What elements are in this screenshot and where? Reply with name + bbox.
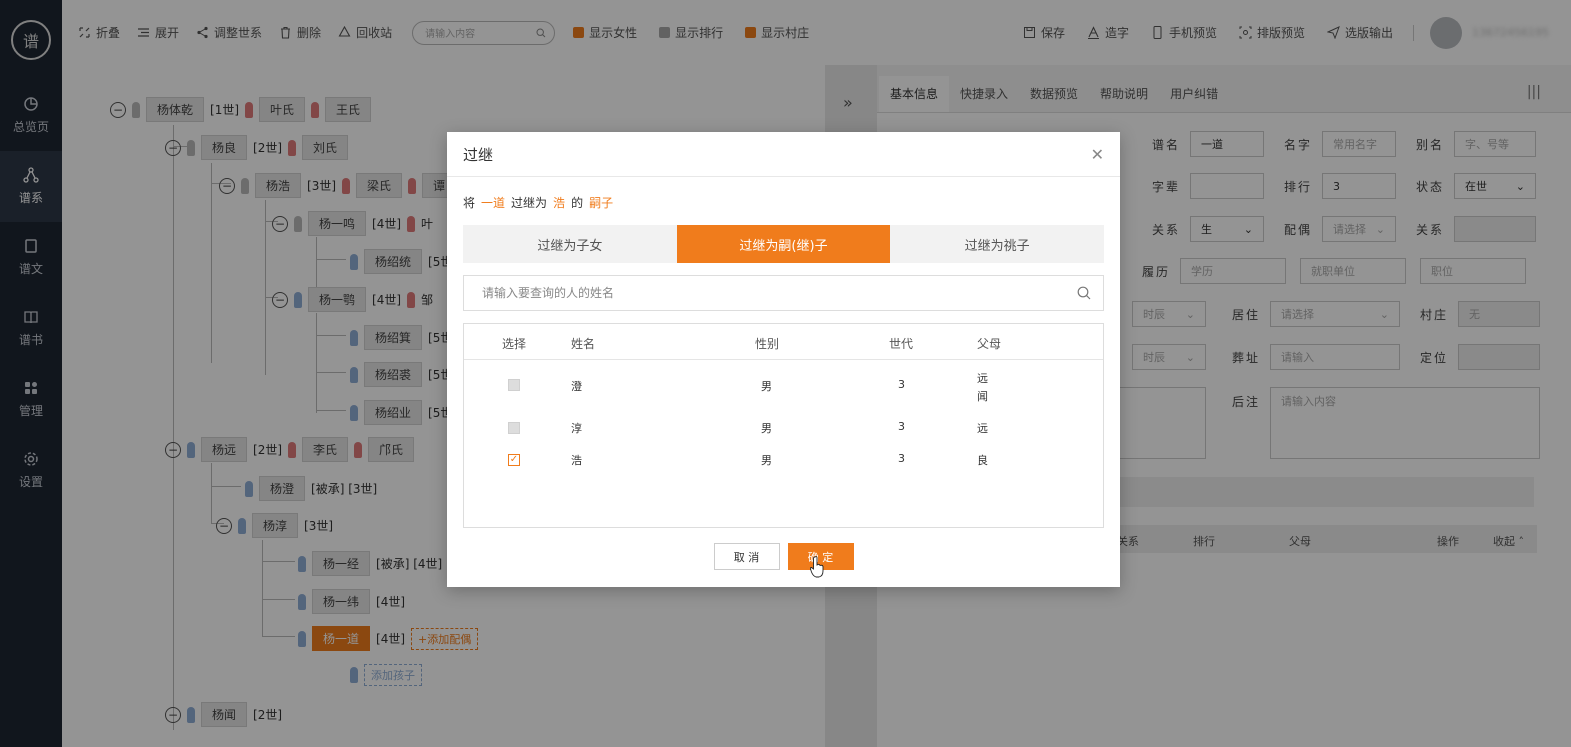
desc-target: 浩 (553, 196, 566, 210)
tab-adopt-as-heir[interactable]: 过继为嗣(继)子 (676, 225, 891, 263)
dialog-footer: 取 消 确 定 (447, 543, 1120, 570)
row-checkbox[interactable] (508, 379, 520, 391)
person-search-box (463, 275, 1104, 311)
col-parents: 父母 (977, 337, 1002, 351)
tab-adopt-as-child[interactable]: 过继为子女 (463, 225, 677, 263)
close-icon[interactable]: ✕ (1091, 145, 1104, 164)
table-row[interactable]: 澄 男 3 远 闻 (464, 372, 1105, 412)
person-search-input[interactable] (482, 286, 1042, 300)
row-name: 浩 (571, 454, 582, 467)
row-parent: 良 (977, 454, 988, 467)
row-checkbox[interactable] (508, 422, 520, 434)
row-name: 淳 (571, 422, 582, 435)
desc-text: 的 (571, 196, 584, 210)
table-row-selected[interactable]: ✓ 浩 男 3 良 (464, 452, 1105, 480)
desc-role: 嗣子 (589, 196, 614, 210)
table-header: 选择 姓名 性别 世代 父母 (464, 324, 1103, 360)
row-gender: 男 (761, 380, 772, 393)
desc-text: 过继为 (511, 196, 548, 210)
dialog-header: 过继 ✕ (447, 132, 1120, 177)
col-gender: 性别 (755, 337, 780, 351)
row-parent: 闻 (977, 390, 988, 403)
row-name: 澄 (571, 380, 582, 393)
search-icon[interactable] (1077, 286, 1091, 300)
col-select: 选择 (502, 337, 527, 351)
adoption-dialog: 过继 ✕ 将 一道 过继为 浩 的 嗣子 过继为子女 过继为嗣(继)子 过继为祧… (447, 132, 1120, 587)
candidate-table: 选择 姓名 性别 世代 父母 澄 男 3 远 闻 淳 男 3 远 ✓ 浩 男 3… (463, 323, 1104, 528)
adoption-type-tabs: 过继为子女 过继为嗣(继)子 过继为祧子 (463, 225, 1104, 263)
tab-adopt-as-tiao[interactable]: 过继为祧子 (890, 225, 1104, 263)
row-generation: 3 (898, 420, 905, 433)
row-generation: 3 (898, 452, 905, 465)
cancel-button[interactable]: 取 消 (713, 543, 780, 570)
row-gender: 男 (761, 454, 772, 467)
table-row[interactable]: 淳 男 3 远 (464, 420, 1105, 448)
desc-person: 一道 (481, 196, 506, 210)
adoption-description: 将 一道 过继为 浩 的 嗣子 (463, 194, 613, 211)
col-generation: 世代 (889, 337, 914, 351)
row-generation: 3 (898, 378, 905, 391)
dialog-title: 过继 (463, 145, 494, 164)
desc-text: 将 (463, 196, 476, 210)
hand-cursor-icon (810, 556, 824, 578)
row-parent: 远 (977, 372, 988, 385)
row-parent: 远 (977, 422, 988, 435)
row-gender: 男 (761, 422, 772, 435)
col-name: 姓名 (571, 337, 596, 351)
row-checkbox-checked[interactable]: ✓ (508, 454, 520, 466)
